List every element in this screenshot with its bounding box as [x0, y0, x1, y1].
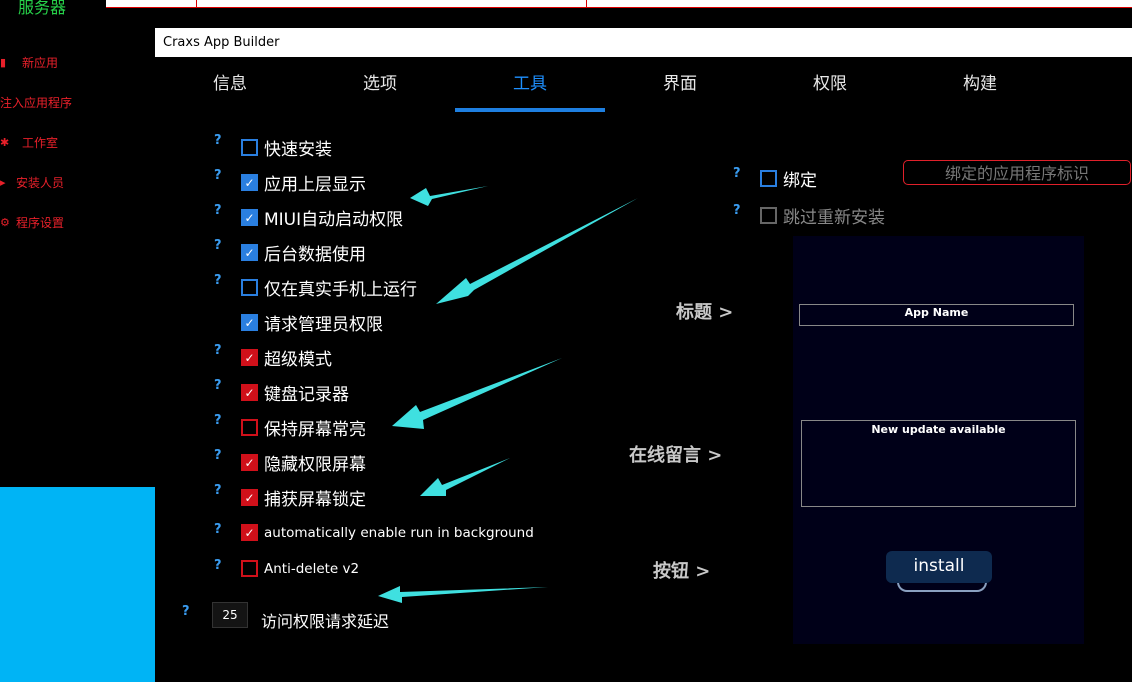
arrow-overlay-icon — [378, 186, 638, 603]
annotation-arrows — [378, 186, 638, 603]
